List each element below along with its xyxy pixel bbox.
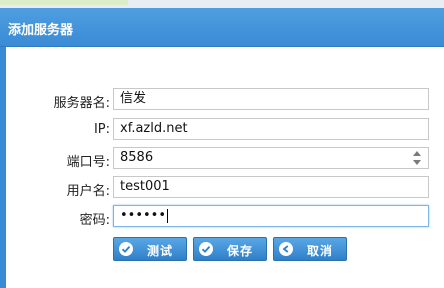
server-name-value: 信发 [120, 91, 147, 106]
back-arrow-icon [279, 242, 293, 256]
cancel-button-label: 取消 [307, 244, 334, 258]
username-value: test001 [120, 179, 170, 194]
ip-label: IP: [93, 122, 110, 137]
test-button[interactable]: 测试 [113, 237, 187, 261]
server-name-row: 服务器名: 信发 [0, 88, 444, 112]
check-icon [119, 242, 133, 256]
port-row: 端口号: 8586 [0, 147, 444, 171]
ip-value: xf.azld.net [120, 121, 188, 136]
server-name-label: 服务器名: [53, 96, 110, 111]
dialog-title: 添加服务器 [8, 23, 74, 38]
password-label: 密码: [79, 213, 110, 228]
check-icon [199, 242, 213, 256]
spinner-down-icon[interactable] [413, 160, 421, 165]
password-input[interactable]: •••••• [113, 205, 429, 227]
port-label: 端口号: [66, 155, 110, 170]
background-page [0, 0, 444, 8]
button-row: 测试 保存 取消 [0, 237, 444, 261]
save-button-label: 保存 [227, 244, 254, 258]
ip-input[interactable]: xf.azld.net [113, 118, 429, 140]
dialog-titlebar[interactable]: 添加服务器 [0, 8, 444, 47]
port-stepper[interactable]: 8586 [113, 147, 429, 169]
password-row: 密码: •••••• [0, 205, 444, 229]
test-button-label: 测试 [147, 244, 174, 258]
cancel-button[interactable]: 取消 [273, 237, 347, 261]
username-label: 用户名: [66, 184, 110, 199]
spinner-icon[interactable] [413, 150, 422, 166]
port-value: 8586 [120, 150, 154, 165]
server-name-input[interactable]: 信发 [113, 88, 429, 110]
password-value: •••••• [120, 208, 167, 223]
text-caret [167, 208, 169, 223]
ip-row: IP: xf.azld.net [0, 118, 444, 142]
save-button[interactable]: 保存 [193, 237, 267, 261]
background-strip [0, 0, 128, 5]
add-server-dialog: 添加服务器 服务器名: 信发 IP: xf.azld.net 端口号: 8586… [0, 8, 444, 288]
spinner-up-icon[interactable] [413, 151, 421, 156]
username-row: 用户名: test001 [0, 176, 444, 200]
username-input[interactable]: test001 [113, 176, 429, 198]
